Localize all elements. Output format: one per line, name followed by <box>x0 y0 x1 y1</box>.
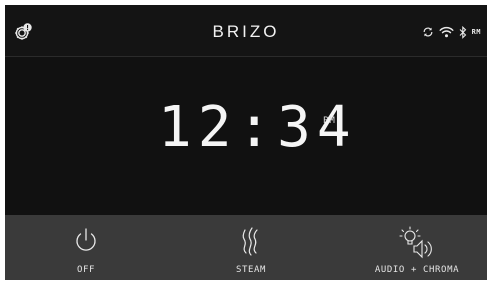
sync-icon <box>423 27 432 37</box>
clock-time: 12:34 <box>158 95 357 160</box>
room-code-label: RM <box>471 28 481 36</box>
clock-meridiem: PM <box>323 116 336 126</box>
top-divider <box>5 56 487 57</box>
audio-chroma-button-label: AUDIO + CHROMA <box>374 265 460 275</box>
shower-control-screen: BRIZO RM 12:34 PM OFF STEAM AUDIO + CHRO… <box>0 0 492 284</box>
wifi-icon <box>439 26 454 38</box>
audio-chroma-button[interactable]: AUDIO + CHROMA <box>347 215 487 280</box>
audio-chroma-icon <box>399 226 432 259</box>
bluetooth-icon <box>459 25 466 39</box>
power-icon <box>76 228 96 251</box>
brand-logo: BRIZO <box>212 22 280 41</box>
top-bar: BRIZO RM <box>5 5 487 57</box>
clock-display: 12:34 PM <box>5 100 487 180</box>
off-button-label: OFF <box>76 265 96 275</box>
steam-icon <box>242 227 258 256</box>
steam-button[interactable]: STEAM <box>186 215 316 280</box>
bottom-control-bar: OFF STEAM AUDIO + CHROMA <box>5 215 487 280</box>
status-icons: RM <box>422 24 481 40</box>
steam-button-label: STEAM <box>235 265 267 275</box>
off-button[interactable]: OFF <box>21 215 151 280</box>
control-panel: BRIZO RM 12:34 PM OFF STEAM AUDIO + CHRO… <box>5 5 487 280</box>
